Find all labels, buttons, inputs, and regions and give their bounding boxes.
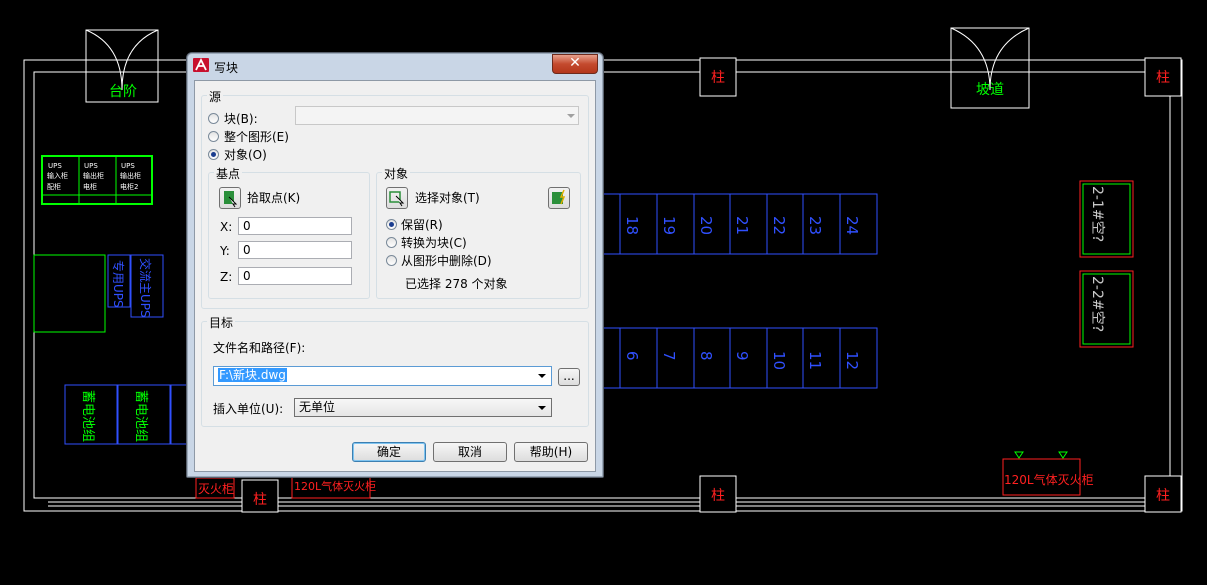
ok-button[interactable]: 确定: [352, 442, 426, 462]
pick-point-icon: [224, 191, 238, 208]
rack-label-10: 10: [770, 351, 788, 370]
ac-units: [1079, 180, 1134, 348]
pick-point-label[interactable]: 拾取点(K): [247, 189, 300, 206]
y-label: Y:: [220, 244, 230, 258]
browse-button[interactable]: ...: [558, 368, 580, 386]
insert-units-value: 无单位: [299, 400, 336, 414]
delete-from-drawing-label[interactable]: 从图形中删除(D): [401, 252, 492, 269]
chevron-down-icon: [538, 374, 546, 378]
ups-label-b: UPS: [84, 162, 98, 170]
help-button[interactable]: 帮助(H): [514, 442, 588, 462]
steps-label: 台阶: [109, 84, 137, 100]
block-radio[interactable]: [208, 113, 219, 124]
file-path-label: 文件名和路径(F):: [213, 341, 306, 355]
ups-row2-c: 输出柜: [120, 171, 141, 180]
block-name-dropdown[interactable]: [295, 106, 579, 125]
insert-units-label: 插入单位(U):: [213, 402, 284, 416]
cancel-button[interactable]: 取消: [433, 442, 507, 462]
destination-group-title: 目标: [207, 314, 236, 331]
convert-to-block-radio[interactable]: [386, 237, 397, 248]
rack-label-22: 22: [770, 216, 788, 235]
column-label-2: 柱: [1156, 70, 1170, 86]
ups-row2-b: 输出柜: [83, 171, 104, 180]
column-label-3: 柱: [711, 488, 725, 504]
file-path-combobox[interactable]: F:\新块.dwg: [213, 366, 552, 386]
objects-radio-label[interactable]: 对象(O): [224, 146, 267, 163]
insert-units-dropdown[interactable]: 无单位: [294, 398, 552, 417]
ups-vertical-2: 交流主UPS: [138, 258, 153, 318]
retain-label[interactable]: 保留(R): [401, 216, 443, 233]
file-path-value: F:\新块.dwg: [218, 368, 287, 382]
select-objects-button[interactable]: [386, 187, 408, 209]
ups-block: UPS UPS UPS 输入柜 输出柜 输出柜 配柜 电柜 电柜2: [41, 155, 153, 205]
ac-label-1: 2-1#空?: [1089, 186, 1105, 242]
source-group-title: 源: [207, 88, 224, 105]
rack-label-12: 12: [843, 351, 861, 370]
whole-drawing-radio[interactable]: [208, 131, 219, 142]
rack-label-18: 18: [623, 216, 641, 235]
y-coordinate-input[interactable]: 0: [238, 241, 352, 259]
objects-group-title: 对象: [382, 165, 411, 182]
column-label-4: 柱: [1156, 488, 1170, 504]
column-label-1: 柱: [711, 70, 725, 86]
whole-drawing-label[interactable]: 整个图形(E): [224, 128, 289, 145]
selected-count-text: 已选择 278 个对象: [405, 277, 508, 291]
rack-label-19: 19: [660, 216, 678, 235]
dialog-titlebar[interactable]: 写块 ✕: [187, 53, 603, 79]
rack-label-8: 8: [697, 351, 715, 361]
autocad-logo-icon: [193, 58, 209, 72]
rack-label-21: 21: [733, 216, 751, 235]
equipment-box: [33, 254, 106, 333]
x-label: X:: [220, 220, 233, 234]
rack-label-9: 9: [733, 351, 751, 361]
rack-label-11: 11: [806, 351, 824, 370]
select-objects-label[interactable]: 选择对象(T): [415, 189, 480, 206]
ups-label-c: UPS: [121, 162, 135, 170]
select-objects-icon: [389, 191, 405, 207]
chevron-down-icon: [538, 406, 546, 410]
convert-to-block-label[interactable]: 转换为块(C): [401, 234, 467, 251]
dialog-client-area: 源 块(B): 整个图形(E) 对象(O) 基点 拾取点(K) X: 0 Y: …: [194, 80, 596, 472]
pick-point-button[interactable]: [219, 187, 241, 209]
ramp-label: 坡道: [976, 82, 1004, 98]
write-block-dialog: 写块 ✕ 源 块(B): 整个图形(E) 对象(O) 基点 拾取点(K) X: …: [186, 52, 604, 478]
quick-select-button[interactable]: [548, 187, 570, 209]
battery-label-2: 蓄电池组: [133, 390, 148, 442]
block-radio-label[interactable]: 块(B):: [224, 110, 258, 127]
z-label: Z:: [220, 270, 233, 284]
fire-nozzle-markers: [1014, 451, 1068, 459]
quick-select-icon: [552, 189, 566, 205]
battery-label-1: 蓄电池组: [80, 390, 95, 442]
rack-label-24: 24: [843, 216, 861, 235]
retain-radio[interactable]: [386, 219, 397, 230]
rack-label-20: 20: [697, 216, 715, 235]
ups-label-a: UPS: [48, 162, 62, 170]
fire-cabinet-right-label: 120L气体灭火柜: [1004, 472, 1094, 487]
ups-row3-c: 电柜2: [120, 182, 138, 191]
x-coordinate-input[interactable]: 0: [238, 217, 352, 235]
fire-cabinet-small-label: 灭火柜: [198, 482, 234, 496]
rack-label-6: 6: [623, 351, 641, 361]
ups-row3-a: 配柜: [47, 182, 61, 191]
objects-radio[interactable]: [208, 149, 219, 160]
ups-vertical-1: 专用UPS: [111, 260, 126, 308]
rack-label-23: 23: [806, 216, 824, 235]
fire-cabinet-left-label: 120L气体灭火柜: [294, 479, 376, 493]
rack-label-7: 7: [660, 351, 678, 361]
delete-from-drawing-radio[interactable]: [386, 255, 397, 266]
chevron-down-icon: [567, 114, 575, 118]
dialog-title: 写块: [214, 61, 239, 75]
base-point-group-title: 基点: [214, 165, 243, 182]
ups-row2-a: 输入柜: [47, 171, 68, 180]
close-icon: ✕: [569, 55, 581, 71]
close-button[interactable]: ✕: [552, 54, 598, 74]
z-coordinate-input[interactable]: 0: [238, 267, 352, 285]
column-label-5: 柱: [253, 492, 267, 508]
ac-label-2: 2-2#空?: [1089, 276, 1105, 332]
ups-row3-b: 电柜: [83, 182, 97, 191]
